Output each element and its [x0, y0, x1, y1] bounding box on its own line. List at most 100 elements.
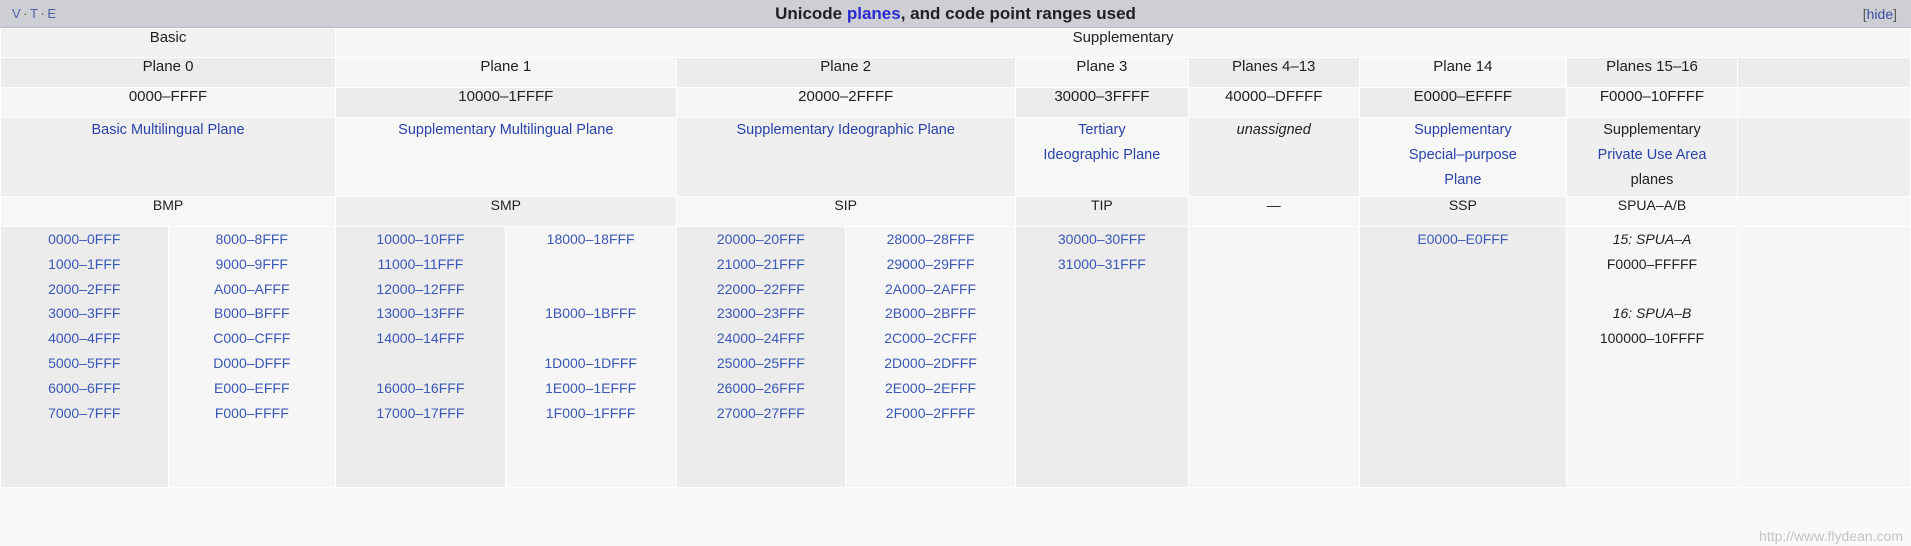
plane-0-range: 0000–FFFF: [0, 87, 337, 118]
code-range-link[interactable]: 2C000–2CFFF: [846, 326, 1015, 351]
smp-link[interactable]: Supplementary Multilingual Plane: [336, 118, 675, 143]
code-range-link[interactable]: A000–AFFF: [169, 277, 336, 302]
code-range-link[interactable]: 27000–27FFF: [677, 401, 846, 426]
code-range-link[interactable]: 7000–7FFF: [1, 401, 168, 426]
ssp-ranges-col: E0000–E0FFF: [1358, 226, 1568, 488]
code-range-link[interactable]: 26000–26FFF: [677, 376, 846, 401]
code-range-link[interactable]: 2F000–2FFFF: [846, 401, 1015, 426]
code-range-link[interactable]: 1000–1FFF: [1, 252, 168, 277]
code-range-link[interactable]: 22000–22FFF: [677, 277, 846, 302]
plane-3-header: Plane 3: [1014, 57, 1189, 88]
plane-1-header: Plane 1: [335, 57, 677, 88]
plane-14-range: E0000–EFFFF: [1358, 87, 1568, 118]
code-range-link[interactable]: E000–EFFF: [169, 376, 336, 401]
code-range-link[interactable]: 6000–6FFF: [1, 376, 168, 401]
planes-4-13-header: Planes 4–13: [1187, 57, 1360, 88]
code-range-link[interactable]: 1B000–1BFFF: [506, 301, 676, 326]
abbr-planes-4-13: —: [1187, 196, 1360, 227]
code-range-link[interactable]: 28000–28FFF: [846, 227, 1015, 252]
code-range-link[interactable]: 1F000–1FFFF: [506, 401, 676, 426]
spua-b-range: 100000–10FFFF: [1599, 330, 1705, 347]
tip-link-line2[interactable]: Ideographic Plane: [1016, 143, 1188, 168]
watermark: http://www.flydean.com: [1759, 528, 1903, 544]
edit-link[interactable]: E: [47, 6, 56, 21]
code-range-link[interactable]: 18000–18FFF: [506, 227, 676, 252]
code-range-link[interactable]: 8000–8FFF: [169, 227, 336, 252]
title-suffix: , and code point ranges used: [900, 3, 1136, 23]
code-range-link[interactable]: 2A000–2AFFF: [846, 277, 1015, 302]
code-range-link[interactable]: 5000–5FFF: [1, 351, 168, 376]
code-range-link[interactable]: E0000–E0FFF: [1360, 227, 1567, 252]
code-range-link[interactable]: 2D000–2DFFF: [846, 351, 1015, 376]
view-talk-edit-links: V · T · E: [12, 6, 56, 21]
ssp-link-line3[interactable]: Plane: [1360, 168, 1567, 193]
view-link[interactable]: V: [12, 6, 21, 21]
code-range-link[interactable]: 25000–25FFF: [677, 351, 846, 376]
spua-ranges-col: 15: SPUA–A F0000–FFFFF 16: SPUA–B 100000…: [1566, 226, 1738, 488]
code-range-link[interactable]: 0000–0FFF: [1, 227, 168, 252]
unassigned-label: unassigned: [1236, 122, 1311, 138]
code-range-link[interactable]: 12000–12FFF: [336, 277, 505, 302]
infobox-navbar: V · T · E Unicode planes, and code point ran…: [0, 0, 1911, 28]
code-range-link[interactable]: 10000–10FFF: [336, 227, 505, 252]
code-range-link[interactable]: 30000–30FFF: [1016, 227, 1188, 252]
table-row-range-lists: 0000–0FFF 1000–1FFF 2000–2FFF 3000–3FFF 4000…: [0, 226, 1911, 488]
code-range-link[interactable]: 4000–4FFF: [1, 326, 168, 351]
bmp-link[interactable]: Basic Multilingual Plane: [1, 118, 335, 143]
code-range-link[interactable]: 16000–16FFF: [336, 376, 505, 401]
planes-15-16-name: Supplementary Private Use Area planes: [1566, 117, 1738, 197]
ssp-link-line1[interactable]: Supplementary: [1360, 118, 1567, 143]
plane-14-header: Plane 14: [1358, 57, 1568, 88]
spua-link-line2[interactable]: Private Use Area: [1567, 143, 1737, 168]
code-range-link[interactable]: B000–BFFF: [169, 301, 336, 326]
plane-2-range: 20000–2FFFF: [675, 87, 1016, 118]
code-range-link[interactable]: D000–DFFF: [169, 351, 336, 376]
code-range-link[interactable]: 29000–29FFF: [846, 252, 1015, 277]
tip-link-line1[interactable]: Tertiary: [1016, 118, 1188, 143]
code-range-link[interactable]: C000–CFFF: [169, 326, 336, 351]
code-range-link[interactable]: 2000–2FFF: [1, 277, 168, 302]
code-range-link[interactable]: F000–FFFF: [169, 401, 336, 426]
tip-ranges-col: 30000–30FFF 31000–31FFF: [1014, 226, 1189, 488]
sip-link[interactable]: Supplementary Ideographic Plane: [677, 118, 1015, 143]
spua-a-range: F0000–FFFFF: [1606, 255, 1698, 272]
code-range-link[interactable]: 1D000–1DFFF: [506, 351, 676, 376]
code-range-link[interactable]: 2B000–2BFFF: [846, 301, 1015, 326]
code-range-link[interactable]: 1E000–1EFFF: [506, 376, 676, 401]
code-range-link[interactable]: 3000–3FFF: [1, 301, 168, 326]
code-range-link[interactable]: 2E000–2EFFF: [846, 376, 1015, 401]
code-range-link[interactable]: 21000–21FFF: [677, 252, 846, 277]
hide-toggle[interactable]: [hide]: [1863, 6, 1897, 22]
abbr-bmp: BMP: [0, 196, 337, 227]
group-supplementary: Supplementary: [335, 28, 1911, 58]
abbr-tip: TIP: [1014, 196, 1189, 227]
plane-0-name: Basic Multilingual Plane: [0, 117, 337, 197]
code-range-link[interactable]: 24000–24FFF: [677, 326, 846, 351]
code-range-link[interactable]: 31000–31FFF: [1016, 252, 1188, 277]
ssp-link-line2[interactable]: Special–purpose: [1360, 143, 1567, 168]
abbr-ssp: SSP: [1358, 196, 1568, 227]
plane-14-name: Supplementary Special–purpose Plane: [1358, 117, 1568, 197]
spacer-cell: [1736, 87, 1911, 118]
code-range-link[interactable]: 23000–23FFF: [677, 301, 846, 326]
code-range-link[interactable]: 20000–20FFF: [677, 227, 846, 252]
plane-2-name: Supplementary Ideographic Plane: [675, 117, 1016, 197]
smp-ranges-col-a: 10000–10FFF 11000–11FFF 12000–12FFF 13000–1…: [335, 226, 506, 488]
code-range-link[interactable]: 11000–11FFF: [336, 252, 505, 277]
abbr-spua: SPUA–A/B: [1566, 196, 1738, 227]
plane-1-name: Supplementary Multilingual Plane: [335, 117, 677, 197]
planes-15-16-range: F0000–10FFFF: [1566, 87, 1738, 118]
planes-4-13-range: 40000–DFFFF: [1187, 87, 1360, 118]
planes-15-16-header: Planes 15–16: [1566, 57, 1738, 88]
code-range-link[interactable]: 13000–13FFF: [336, 301, 505, 326]
plane-3-name: Tertiary Ideographic Plane: [1014, 117, 1189, 197]
code-range-link[interactable]: 9000–9FFF: [169, 252, 336, 277]
code-range-link[interactable]: 17000–17FFF: [336, 401, 505, 426]
planes-link[interactable]: planes: [847, 4, 901, 23]
spua-label-line3: planes: [1630, 172, 1674, 188]
abbr-sip: SIP: [675, 196, 1016, 227]
title-prefix: Unicode: [775, 3, 847, 23]
code-range-link[interactable]: 14000–14FFF: [336, 326, 505, 351]
plane-3-range: 30000–3FFFF: [1014, 87, 1189, 118]
hide-label[interactable]: hide: [1867, 6, 1893, 22]
